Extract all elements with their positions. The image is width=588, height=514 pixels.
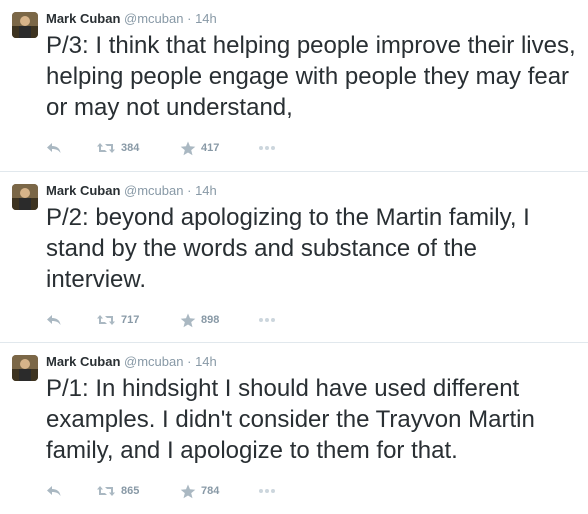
reply-icon (46, 141, 62, 155)
more-button[interactable] (258, 138, 276, 158)
avatar[interactable] (12, 355, 38, 381)
reply-button[interactable] (46, 481, 62, 501)
author-name[interactable]: Mark Cuban (46, 354, 120, 369)
avatar[interactable] (12, 12, 38, 38)
tweet-timestamp[interactable]: 14h (195, 354, 217, 369)
reply-button[interactable] (46, 138, 62, 158)
author-name[interactable]: Mark Cuban (46, 11, 120, 26)
retweet-icon (96, 313, 116, 327)
retweet-button[interactable]: 717 (96, 310, 139, 330)
more-icon (258, 317, 276, 323)
favorite-count[interactable]: 417 (201, 142, 219, 154)
favorite-button[interactable]: 417 (180, 138, 219, 158)
star-icon (180, 313, 196, 328)
tweet[interactable]: Mark Cuban @mcuban · 14h P/2: beyond apo… (0, 171, 588, 342)
reply-icon (46, 313, 62, 327)
tweet-text: P/3: I think that helping people improve… (46, 32, 576, 121)
tweet-header: Mark Cuban @mcuban · 14h (46, 10, 217, 28)
tweet-timestamp[interactable]: 14h (195, 11, 217, 26)
tweet[interactable]: Mark Cuban @mcuban · 14h P/1: In hindsig… (0, 342, 588, 513)
tweet-header: Mark Cuban @mcuban · 14h (46, 353, 217, 371)
reply-button[interactable] (46, 310, 62, 330)
tweet[interactable]: Mark Cuban @mcuban · 14h P/3: I think th… (0, 0, 588, 171)
more-icon (258, 488, 276, 494)
author-handle[interactable]: @mcuban (124, 354, 183, 369)
retweet-button[interactable]: 865 (96, 481, 139, 501)
author-handle[interactable]: @mcuban (124, 11, 183, 26)
tweet-timestamp[interactable]: 14h (195, 183, 217, 198)
favorite-count[interactable]: 784 (201, 485, 219, 497)
tweet-header: Mark Cuban @mcuban · 14h (46, 182, 217, 200)
retweet-icon (96, 141, 116, 155)
author-name[interactable]: Mark Cuban (46, 183, 120, 198)
more-button[interactable] (258, 481, 276, 501)
favorite-button[interactable]: 898 (180, 310, 219, 330)
retweet-icon (96, 484, 116, 498)
favorite-button[interactable]: 784 (180, 481, 219, 501)
separator-dot: · (187, 183, 192, 198)
favorite-count[interactable]: 898 (201, 314, 219, 326)
tweet-text: P/2: beyond apologizing to the Martin fa… (46, 204, 530, 293)
retweet-button[interactable]: 384 (96, 138, 139, 158)
separator-dot: · (187, 354, 192, 369)
separator-dot: · (187, 11, 192, 26)
retweet-count[interactable]: 865 (121, 485, 139, 497)
star-icon (180, 484, 196, 499)
author-handle[interactable]: @mcuban (124, 183, 183, 198)
avatar[interactable] (12, 184, 38, 210)
retweet-count[interactable]: 717 (121, 314, 139, 326)
more-icon (258, 145, 276, 151)
tweet-text: P/1: In hindsight I should have used dif… (46, 375, 535, 464)
reply-icon (46, 484, 62, 498)
tweet-timeline: Mark Cuban @mcuban · 14h P/3: I think th… (0, 0, 588, 514)
retweet-count[interactable]: 384 (121, 142, 139, 154)
star-icon (180, 141, 196, 156)
more-button[interactable] (258, 310, 276, 330)
